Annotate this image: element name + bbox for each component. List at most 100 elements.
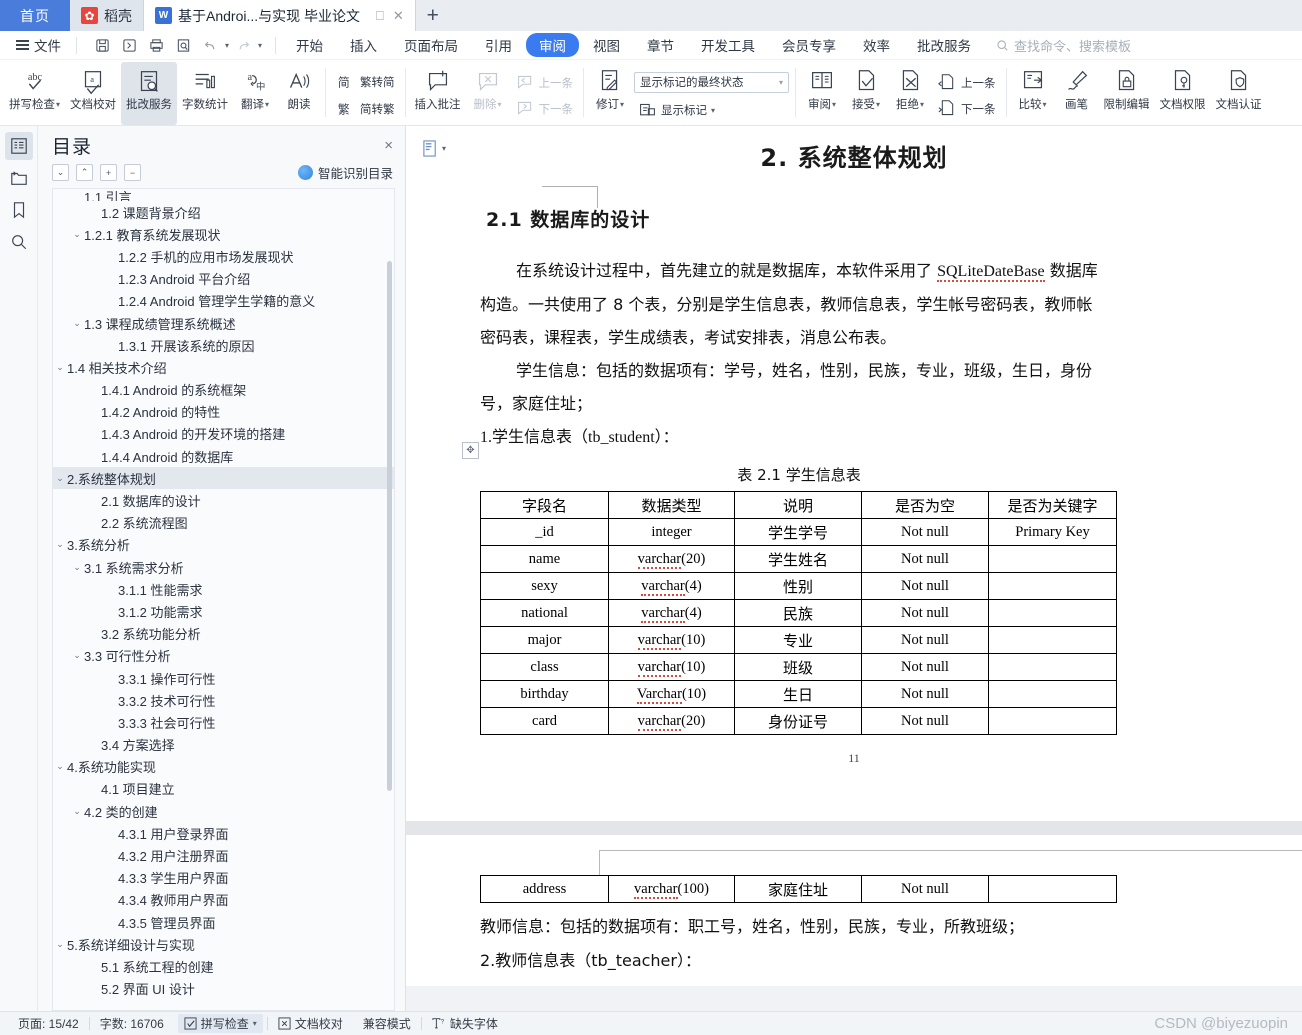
chevron-down-icon[interactable]: ⌄	[53, 761, 67, 772]
toc-item[interactable]: 1.4.4 Android 的数据库	[53, 445, 394, 467]
toc-item[interactable]: ⌄ 4.系统功能实现	[53, 756, 394, 778]
close-icon[interactable]: ✕	[393, 9, 404, 22]
table-cell[interactable]: varchar(10)	[608, 626, 735, 654]
chevron-down-icon[interactable]: ⌄	[70, 562, 84, 573]
table-cell[interactable]: Not null	[861, 680, 989, 708]
table-row[interactable]: name varchar(20) 学生姓名 Not null	[480, 545, 1117, 573]
table-cell[interactable]: varchar(100)	[608, 875, 735, 903]
toc-scrollbar[interactable]	[387, 261, 392, 791]
home-tab[interactable]: 首页	[0, 0, 70, 31]
print-icon[interactable]	[144, 34, 169, 57]
chevron-down-icon[interactable]: ⌄	[70, 806, 84, 817]
table-cell[interactable]: major	[480, 626, 609, 654]
expand-all-button[interactable]: +	[100, 164, 117, 181]
doc-proofread-button[interactable]: a 文档校对	[65, 62, 121, 125]
toc-item[interactable]: 2.1 数据库的设计	[53, 489, 394, 511]
track-changes-button[interactable]: 修订 ▾	[588, 62, 632, 125]
table-cell[interactable]: 家庭住址	[734, 875, 862, 903]
table-cell[interactable]: 学生姓名	[734, 545, 862, 573]
tab-member[interactable]: 会员专享	[769, 33, 849, 57]
toc-item[interactable]: ⌄ 1.2.1 教育系统发展现状	[53, 223, 394, 245]
layout-options-button[interactable]: ▾	[422, 140, 446, 157]
table-cell[interactable]	[988, 626, 1117, 654]
chevron-down-icon[interactable]: ▾	[620, 98, 624, 112]
table-cell[interactable]: Not null	[861, 572, 989, 600]
chevron-down-icon[interactable]: ▾	[56, 98, 60, 112]
chevron-down-icon[interactable]: ▾	[832, 98, 836, 112]
toc-item[interactable]: 4.3.4 教师用户界面	[53, 889, 394, 911]
trad-to-simp-button[interactable]: 简 繁转简	[332, 70, 399, 94]
undo-caret-icon[interactable]: ▾	[225, 41, 229, 50]
chevron-down-icon[interactable]: ▾	[442, 144, 446, 153]
present-icon[interactable]: ⎕	[376, 9, 384, 22]
missing-font-button[interactable]: ? 缺失字体	[422, 1015, 508, 1032]
show-markup-button[interactable]: 显示标记 ▾	[634, 99, 789, 122]
table-cell[interactable]: birthday	[480, 680, 609, 708]
table-cell[interactable]: 班级	[734, 653, 862, 681]
tab-section[interactable]: 章节	[634, 33, 687, 57]
table-cell[interactable]: Not null	[861, 653, 989, 681]
table-cell[interactable]	[988, 545, 1117, 573]
doc-permission-button[interactable]: 文档权限	[1155, 62, 1211, 125]
collapse-all-button[interactable]: −	[124, 164, 141, 181]
tab-start[interactable]: 开始	[283, 33, 336, 57]
table-cell[interactable]: card	[480, 707, 609, 735]
compat-mode-label[interactable]: 兼容模式	[353, 1015, 421, 1032]
thumbnail-icon[interactable]	[5, 164, 33, 192]
toc-item[interactable]: 3.3.3 社会可行性	[53, 711, 394, 733]
chevron-down-icon[interactable]: ▾	[711, 106, 715, 115]
toc-item[interactable]: 5.1 系统工程的创建	[53, 955, 394, 977]
table-cell[interactable]: 学生学号	[734, 518, 862, 546]
table-cell[interactable]: varchar(4)	[608, 572, 735, 600]
student-info-table[interactable]: 字段名 数据类型 说明 是否为空 是否为关键字 _id integer 学生学号 Not nul…	[480, 491, 1117, 735]
markup-display-combobox[interactable]: 显示标记的最终状态 ▾	[634, 71, 790, 93]
toc-item[interactable]: ⌄ 1.4 相关技术介绍	[53, 356, 394, 378]
toc-item[interactable]: ⌄ 5.系统详细设计与实现	[53, 933, 394, 955]
table-cell[interactable]	[988, 707, 1117, 735]
table-cell[interactable]: Not null	[861, 707, 989, 735]
toc-item[interactable]: ⌄ 3.系统分析	[53, 534, 394, 556]
customize-qat-icon[interactable]: ▾	[258, 41, 262, 50]
tab-correction-service[interactable]: 批改服务	[904, 33, 984, 57]
new-comment-button[interactable]: 插入批注	[410, 62, 466, 125]
table-row[interactable]: sexy varchar(4) 性别 Not null	[480, 572, 1117, 600]
command-search[interactable]: 查找命令、搜索模板	[996, 36, 1131, 55]
table-cell[interactable]	[988, 680, 1117, 708]
toc-item[interactable]: 1.2.4 Android 管理学生学籍的意义	[53, 290, 394, 312]
tab-page-layout[interactable]: 页面布局	[391, 33, 471, 57]
bookmark-icon[interactable]	[5, 196, 33, 224]
delete-comment-button[interactable]: 删除 ▾	[466, 62, 510, 125]
table-cell[interactable]: national	[480, 599, 609, 627]
toc-item[interactable]: 2.2 系统流程图	[53, 512, 394, 534]
toc-item[interactable]: 3.1.2 功能需求	[53, 600, 394, 622]
prev-change-button[interactable]: 上一条	[934, 71, 1000, 94]
tab-insert[interactable]: 插入	[337, 33, 390, 57]
table-cell[interactable]: varchar(4)	[608, 599, 735, 627]
table-cell[interactable]: Primary Key	[988, 518, 1117, 546]
chevron-down-icon[interactable]: ▾	[920, 98, 924, 112]
toc-item[interactable]: 1.4.2 Android 的特性	[53, 401, 394, 423]
chevron-down-icon[interactable]: ⌄	[53, 939, 67, 950]
toc-item[interactable]: 4.3.3 学生用户界面	[53, 867, 394, 889]
correction-service-button[interactable]: 批改服务	[121, 62, 178, 125]
toc-item[interactable]: ⌄ 2.系统整体规划	[53, 467, 394, 490]
tab-daoke[interactable]: ✿ 稻壳	[70, 0, 144, 31]
print-preview-icon[interactable]	[171, 34, 196, 57]
table-row[interactable]: card varchar(20) 身份证号 Not null	[480, 707, 1117, 735]
redo-icon[interactable]	[231, 34, 256, 57]
chevron-down-icon[interactable]: ⌄	[70, 318, 84, 329]
tab-references[interactable]: 引用	[472, 33, 525, 57]
doc-certify-button[interactable]: 文档认证	[1211, 62, 1267, 125]
chevron-down-icon[interactable]: ⌄	[53, 362, 67, 373]
page-indicator[interactable]: 页面: 15/42	[8, 1015, 89, 1032]
toc-item[interactable]: 3.3.1 操作可行性	[53, 667, 394, 689]
table-cell[interactable]	[988, 572, 1117, 600]
toc-item[interactable]: ⌄ 1.3 课程成绩管理系统概述	[53, 312, 394, 334]
toc-list[interactable]: 1.1 引言 1.2 课题背景介绍 ⌄ 1.2.1 教育系统发展现状 1.2.2 手机的…	[52, 188, 395, 1011]
translate-button[interactable]: a中 翻译 ▾	[233, 62, 277, 125]
read-aloud-button[interactable]: 朗读	[277, 62, 321, 125]
toc-item[interactable]: 3.3.2 技术可行性	[53, 689, 394, 711]
table-row[interactable]: _id integer 学生学号 Not null Primary Key	[480, 518, 1117, 546]
word-count-indicator[interactable]: 字数: 16706	[90, 1015, 174, 1032]
chevron-down-icon[interactable]: ⌄	[53, 473, 67, 484]
